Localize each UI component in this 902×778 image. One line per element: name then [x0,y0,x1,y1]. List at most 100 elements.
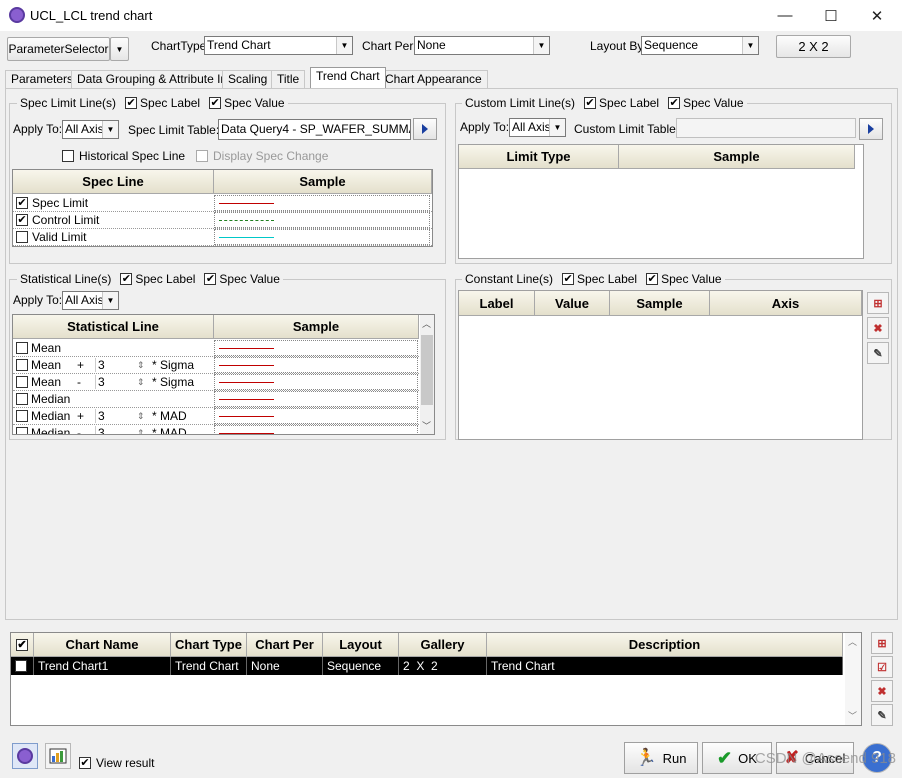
custom-limit-table-browse-button[interactable] [859,118,883,140]
chevron-down-icon[interactable]: ▼ [336,37,352,54]
statistical-line-checkbox[interactable] [16,376,28,388]
tab-trend-chart[interactable]: Trend Chart [310,67,386,88]
spec-line-row[interactable]: ✔ Spec Limit [13,195,432,212]
add-chart-icon[interactable]: ⊞ [871,632,893,654]
spinner-icon[interactable]: ⇕ [137,428,145,435]
stat-apply-to-select[interactable]: All Axis ▼ [62,291,119,310]
spec-limit-spec-label-checkbox[interactable]: ✔ [125,97,138,109]
tab-chart-appearance[interactable]: Chart Appearance [379,70,488,88]
spec-line-sample[interactable] [214,229,430,245]
spec-limit-table-browse-button[interactable] [413,118,437,140]
scroll-down-icon[interactable]: ﹀ [848,709,857,722]
statistical-spec-label-checkbox[interactable]: ✔ [120,273,133,285]
delete-constant-icon[interactable]: ✖ [867,317,889,339]
historical-spec-line-checkbox[interactable] [62,150,74,162]
description-cell[interactable]: Trend Chart [487,657,843,675]
statistical-line-row[interactable]: Mean -3 ⇕ * Sigma [13,374,419,391]
scroll-down-icon[interactable]: ﹀ [422,419,431,432]
spec-limit-spec-value-checkbox[interactable]: ✔ [209,97,222,109]
play-arrow-icon [422,124,428,134]
grid-size-button[interactable]: 2 X 2 [776,35,851,58]
spec-line-row[interactable]: ✔ Control Limit [13,212,432,229]
chevron-down-icon[interactable]: ▼ [102,121,118,138]
chart-view-icon[interactable] [45,743,71,769]
custom-limit-spec-value-checkbox[interactable]: ✔ [668,97,681,109]
statistical-line-sample[interactable] [214,340,418,356]
run-button[interactable]: 🏃 Run [624,742,698,774]
delete-chart-icon[interactable]: ✖ [871,680,893,702]
statistical-spec-value-checkbox[interactable]: ✔ [204,273,217,285]
chart-type-select[interactable]: Trend Chart ▼ [204,36,353,55]
scrollbar-thumb[interactable] [421,335,433,405]
chevron-down-icon[interactable]: ▼ [533,37,549,54]
row-select-cell[interactable]: ✔ [11,657,34,675]
statistical-scrollbar[interactable]: ︿ ﹀ [420,315,434,434]
tab-data-grouping[interactable]: Data Grouping & Attribute Info [71,70,244,88]
statistical-line-checkbox[interactable] [16,393,28,405]
statistical-line-checkbox[interactable] [16,410,28,422]
layout-by-select[interactable]: Sequence ▼ [641,36,759,55]
chart-type-cell[interactable]: Trend Chart [171,657,247,675]
scroll-up-icon[interactable]: ︿ [848,635,857,648]
custom-apply-to-select[interactable]: All Axis ▼ [509,118,566,137]
statistical-line-sample[interactable] [214,408,418,424]
scroll-up-icon[interactable]: ︿ [422,317,431,330]
chart-per-cell[interactable]: None [247,657,323,675]
statistical-line-sample[interactable] [214,374,418,390]
tab-title[interactable]: Title [271,70,306,88]
check-chart-icon[interactable]: ☑ [871,656,893,678]
spec-line-sample[interactable] [214,195,430,211]
maximize-button[interactable]: ☐ [808,0,854,31]
clear-constant-icon[interactable]: ✎ [867,342,889,364]
chevron-down-icon[interactable]: ▼ [742,37,758,54]
statistical-line-row[interactable]: Median -3 ⇕ * MAD [13,425,419,435]
constant-spec-value-checkbox[interactable]: ✔ [646,273,659,285]
view-result-option[interactable]: ✔ View result [79,756,154,770]
gallery-cell[interactable]: 2 X 2 [399,657,487,675]
add-constant-icon[interactable]: ⊞ [867,292,889,314]
spec-apply-to-select[interactable]: All Axis ▼ [62,120,119,139]
spinner-icon[interactable]: ⇕ [137,411,145,422]
statistical-line-row[interactable]: Median +3 ⇕ * MAD [13,408,419,425]
custom-limit-table-field[interactable] [676,118,856,138]
select-all-checkbox[interactable]: ✔ [16,638,28,651]
row-select-checkbox[interactable]: ✔ [15,659,27,672]
statistical-line-checkbox[interactable] [16,427,28,434]
spec-line-sample[interactable] [214,212,430,228]
spec-line-row[interactable]: Valid Limit [13,229,432,246]
statistical-line-sample[interactable] [214,391,418,407]
chart-name-cell[interactable]: Trend Chart1 [34,657,171,675]
chevron-down-icon[interactable]: ▼ [102,292,118,309]
constant-spec-label-checkbox[interactable]: ✔ [562,273,575,285]
layout-cell[interactable]: Sequence [323,657,399,675]
spec-line-checkbox[interactable] [16,231,28,243]
close-button[interactable]: ✕ [854,0,900,31]
statistical-line-checkbox[interactable] [16,342,28,354]
parameter-selector-button[interactable]: ParameterSelector [7,37,110,61]
parameter-selector-dropdown[interactable]: ▼ [110,37,129,61]
tab-scaling[interactable]: Scaling [222,70,274,88]
statistical-line-row[interactable]: Mean [13,340,419,357]
historical-spec-line-option[interactable]: Historical Spec Line [62,149,185,163]
spec-limit-table-field[interactable]: Data Query4 - SP_WAFER_SUMMARY [218,119,411,140]
spinner-icon[interactable]: ⇕ [137,360,145,371]
spec-line-checkbox[interactable]: ✔ [16,197,28,209]
clear-chart-icon[interactable]: ✎ [871,704,893,726]
chevron-down-icon[interactable]: ▼ [549,119,565,136]
tab-parameters[interactable]: Parameters [5,70,80,88]
settings-gear-icon[interactable] [12,743,38,769]
spinner-icon[interactable]: ⇕ [137,377,145,388]
chart-per-select[interactable]: None ▼ [414,36,550,55]
spec-line-checkbox[interactable]: ✔ [16,214,28,226]
statistical-line-row[interactable]: Mean +3 ⇕ * Sigma [13,357,419,374]
chart-list-scrollbar[interactable]: ︿ ﹀ [845,633,861,725]
statistical-line-sample[interactable] [214,357,418,373]
custom-limit-spec-label-checkbox[interactable]: ✔ [584,97,597,109]
view-result-checkbox[interactable]: ✔ [79,757,91,769]
statistical-line-sample[interactable] [214,425,418,434]
table-row[interactable]: ✔ Trend Chart1 Trend Chart None Sequence… [11,657,843,675]
select-all-header[interactable]: ✔ [11,633,34,657]
statistical-line-checkbox[interactable] [16,359,28,371]
statistical-line-row[interactable]: Median [13,391,419,408]
minimize-button[interactable]: — [762,0,808,31]
